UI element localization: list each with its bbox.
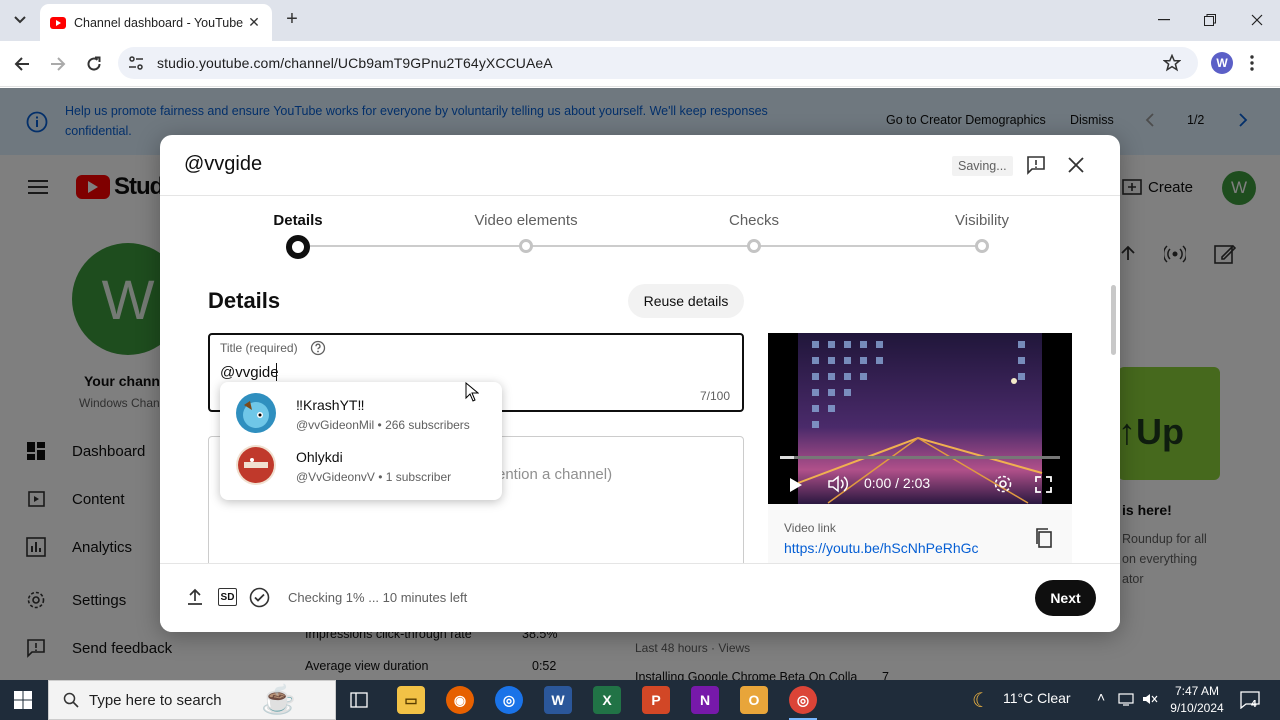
fullscreen-icon[interactable] <box>1035 476 1052 493</box>
step-dot-video-elements[interactable] <box>519 239 533 253</box>
show-hidden-icons-icon[interactable]: ˄ <box>1097 689 1105 705</box>
chrome-icon[interactable]: ◎ <box>789 686 817 714</box>
new-tab-button[interactable]: + <box>280 8 304 32</box>
search-icon <box>63 692 79 708</box>
saving-indicator: Saving... <box>952 156 1013 176</box>
word-icon[interactable]: W <box>544 686 572 714</box>
weather-text[interactable]: 11°C Clear <box>1003 690 1071 706</box>
taskbar-search[interactable]: Type here to search ☕ <box>48 680 336 720</box>
step-video-elements[interactable]: Video elements <box>446 212 606 229</box>
weather-moon-icon: ☾ <box>972 690 990 712</box>
video-link-label: Video link <box>784 521 836 535</box>
notification-count: 4 <box>1251 699 1257 710</box>
dialog-title: @vvgide <box>184 153 263 175</box>
profile-avatar[interactable]: W <box>1211 52 1233 74</box>
search-highlight-icon: ☕ <box>261 684 296 715</box>
suggestion-avatar <box>236 393 276 433</box>
restore-button[interactable] <box>1200 10 1220 30</box>
onenote-icon[interactable]: N <box>691 686 719 714</box>
title-label: Title (required) <box>220 341 298 355</box>
description-placeholder: ention a channel) <box>497 466 613 483</box>
firefox-icon[interactable]: ◉ <box>446 686 474 714</box>
powerpoint-icon[interactable]: P <box>642 686 670 714</box>
outlook-icon[interactable]: O <box>740 686 768 714</box>
volume-muted-icon[interactable] <box>1142 692 1158 706</box>
suggestion-avatar <box>236 445 276 485</box>
video-time: 0:00 / 2:03 <box>864 475 931 491</box>
file-explorer-icon[interactable]: ▭ <box>397 686 425 714</box>
report-feedback-icon[interactable] <box>1026 155 1046 175</box>
suggestion-handle: @vvGideonMil • 266 subscribers <box>296 418 470 432</box>
suggestion-name: Ohlykdi <box>296 449 343 465</box>
forward-button[interactable] <box>45 51 71 77</box>
bookmark-star-icon[interactable] <box>1163 54 1181 72</box>
task-view-icon[interactable] <box>350 692 368 708</box>
reuse-details-button[interactable]: Reuse details <box>628 284 744 318</box>
suggestion-handle: @VvGideonvV • 1 subscriber <box>296 470 452 484</box>
chrome-beta-icon[interactable]: ◎ <box>495 686 523 714</box>
url-text: studio.youtube.com/channel/UCb9amT9GPnu2… <box>157 55 553 71</box>
help-icon[interactable] <box>310 340 326 356</box>
step-details[interactable]: Details <box>218 212 378 229</box>
step-checks[interactable]: Checks <box>674 212 834 229</box>
tab-close-icon[interactable]: ✕ <box>246 14 262 31</box>
step-visibility[interactable]: Visibility <box>902 212 1062 229</box>
search-placeholder: Type here to search <box>89 691 222 709</box>
tab-search-button[interactable] <box>8 8 32 32</box>
close-window-button[interactable] <box>1247 10 1267 30</box>
tab-title: Channel dashboard - YouTube <box>74 15 244 30</box>
stepper-track <box>298 245 982 247</box>
title-char-count: 7/100 <box>700 389 731 403</box>
close-dialog-icon[interactable] <box>1068 157 1084 173</box>
chevron-down-icon <box>14 16 26 24</box>
minimize-button[interactable] <box>1154 10 1174 30</box>
checks-status-icon[interactable] <box>249 587 270 608</box>
mention-suggestions: ‼KrashYT‼ @vvGideonMil • 266 subscribers… <box>220 382 502 500</box>
step-dot-details[interactable] <box>286 235 310 259</box>
dialog-scrollbar[interactable] <box>1111 285 1116 355</box>
forward-arrow-icon <box>51 57 66 71</box>
mouse-cursor-icon <box>465 382 479 402</box>
notification-center-icon[interactable]: 4 <box>1240 691 1260 710</box>
step-dot-checks[interactable] <box>747 239 761 253</box>
back-button[interactable] <box>9 51 35 77</box>
text-caret <box>276 363 277 381</box>
title-input[interactable]: @vvgide <box>220 364 279 381</box>
volume-icon[interactable] <box>827 475 849 493</box>
system-clock[interactable]: 7:47 AM 9/10/2024 <box>1166 683 1228 717</box>
browser-menu-icon[interactable] <box>1250 55 1254 71</box>
section-title: Details <box>208 288 281 313</box>
clock-date: 9/10/2024 <box>1170 701 1224 715</box>
clock-time: 7:47 AM <box>1174 684 1220 698</box>
network-icon[interactable] <box>1118 692 1134 706</box>
start-windows-icon[interactable] <box>14 691 32 709</box>
next-button[interactable]: Next <box>1035 580 1096 616</box>
video-settings-gear-icon[interactable] <box>993 474 1013 494</box>
reload-icon <box>87 56 101 71</box>
excel-icon[interactable]: X <box>593 686 621 714</box>
site-info-icon[interactable] <box>127 54 145 72</box>
play-icon[interactable] <box>789 477 803 493</box>
step-dot-visibility[interactable] <box>975 239 989 253</box>
copy-link-icon[interactable] <box>1035 527 1053 549</box>
mention-suggestion-item[interactable]: Ohlykdi @VvGideonvV • 1 subscriber <box>220 434 502 486</box>
suggestion-name: ‼KrashYT‼ <box>296 397 365 413</box>
youtube-favicon-icon <box>50 16 66 29</box>
divider <box>160 195 1120 196</box>
video-link[interactable]: https://youtu.be/hScNhPeRhGc <box>784 540 979 556</box>
browser-tab[interactable]: Channel dashboard - YouTube ✕ <box>40 4 272 41</box>
upload-status-icon[interactable] <box>187 588 203 606</box>
mention-suggestion-item[interactable]: ‼KrashYT‼ @vvGideonMil • 266 subscribers <box>220 382 502 434</box>
reload-button[interactable] <box>81 51 107 77</box>
upload-progress-text: Checking 1% ... 10 minutes left <box>288 590 468 605</box>
back-arrow-icon <box>14 57 29 71</box>
sd-quality-icon[interactable]: SD <box>218 588 237 606</box>
